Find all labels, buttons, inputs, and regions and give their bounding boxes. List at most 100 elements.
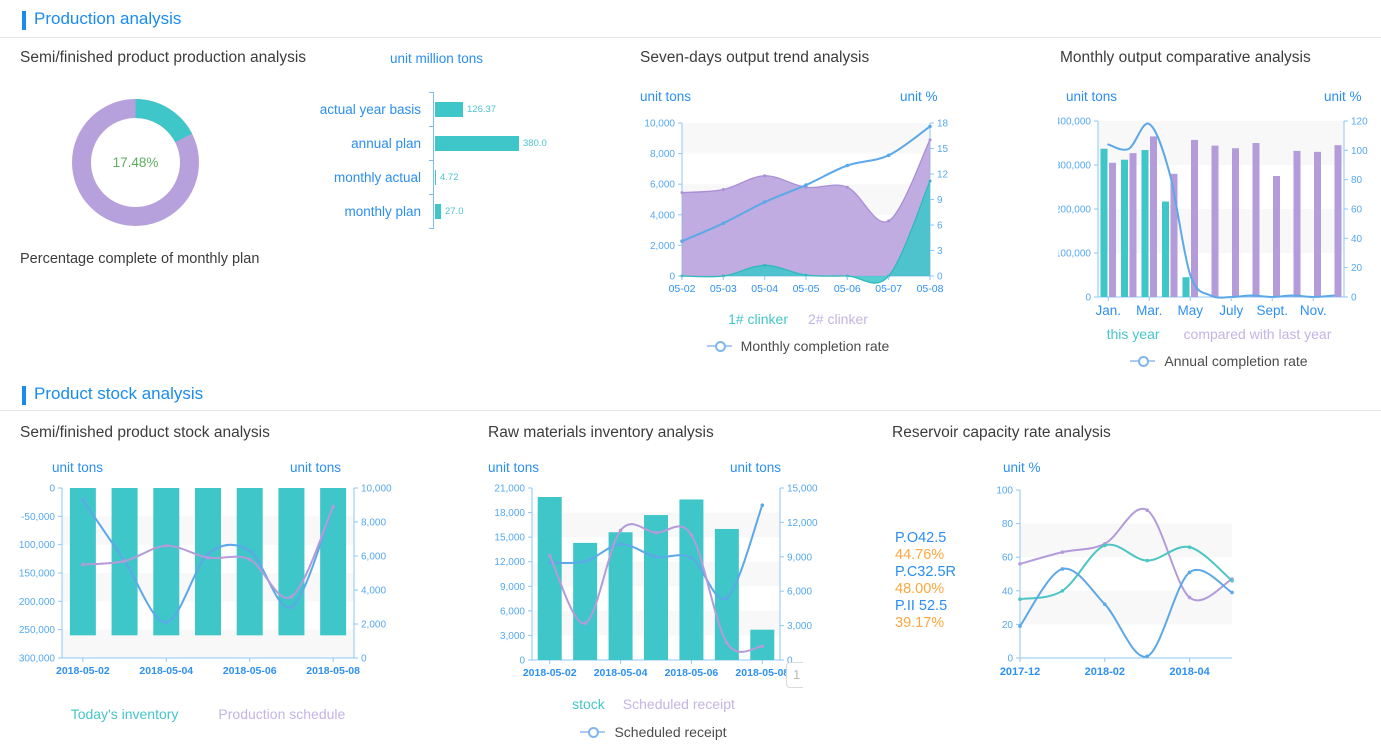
monthly-output-chart[interactable]: 400,000300,000200,000100,000012010080604…: [1058, 113, 1380, 333]
svg-text:100: 100: [1351, 146, 1368, 157]
unit-label-left: unit tons: [1066, 89, 1117, 104]
legend-item-stock[interactable]: stock: [572, 696, 605, 712]
hbar-value-label: 4.72: [440, 170, 459, 185]
svg-text:3,000: 3,000: [500, 631, 525, 642]
seven-days-legend: 1# clinker 2# clinker: [638, 311, 958, 327]
hbar-bar[interactable]: [435, 102, 463, 117]
svg-text:8,000: 8,000: [361, 518, 386, 529]
line-legend-icon: [707, 345, 732, 347]
svg-text:80: 80: [1002, 519, 1014, 530]
svg-text:05-02: 05-02: [669, 283, 696, 295]
svg-text:12,000: 12,000: [787, 518, 818, 529]
svg-text:15: 15: [937, 144, 949, 155]
svg-text:6: 6: [937, 221, 943, 232]
chart-title-monthly-output: Monthly output comparative analysis: [1060, 49, 1311, 67]
svg-text:May: May: [1177, 303, 1203, 318]
side-label-pii525: P.II 52.5: [895, 598, 956, 615]
svg-text:0: 0: [1007, 654, 1013, 665]
svg-text:18: 18: [937, 119, 949, 130]
svg-text:6,000: 6,000: [650, 180, 675, 191]
svg-text:3: 3: [937, 246, 943, 257]
production-plan-bar-chart[interactable]: actual year basis126.37annual plan380.0m…: [302, 86, 592, 241]
unit-label-percent: unit %: [1003, 460, 1041, 475]
svg-text:15,000: 15,000: [787, 484, 818, 495]
monthly-line-legend: Annual completion rate: [1058, 353, 1380, 369]
svg-text:-200,000: -200,000: [18, 597, 55, 608]
svg-text:300,000: 300,000: [1058, 161, 1091, 172]
side-value-pc325r: 48.00%: [895, 581, 956, 598]
hbar-category-label: actual year basis: [302, 102, 421, 117]
data-zoom-handle[interactable]: 1: [786, 662, 813, 688]
legend-item-this-year[interactable]: this year: [1107, 326, 1160, 342]
svg-text:05-05: 05-05: [793, 283, 820, 295]
raw-line-legend: Scheduled receipt: [486, 724, 821, 740]
svg-text:-50,000: -50,000: [21, 512, 55, 523]
line-legend-icon: [580, 731, 605, 733]
hbar-category-label: monthly actual: [302, 170, 421, 185]
unit-label-right: unit tons: [730, 460, 781, 475]
raw-materials-chart[interactable]: 21,00018,00015,00012,0009,0006,0003,0000…: [486, 478, 821, 713]
legend-item-annual-completion-rate[interactable]: Annual completion rate: [1164, 353, 1307, 369]
hbar-bar[interactable]: [435, 170, 436, 185]
svg-text:9: 9: [937, 195, 943, 206]
svg-text:2,000: 2,000: [361, 620, 386, 631]
svg-text:8,000: 8,000: [650, 149, 675, 160]
section-divider: [0, 37, 1381, 38]
completion-donut-chart[interactable]: 17.48%: [63, 90, 208, 240]
svg-text:10,000: 10,000: [361, 484, 392, 495]
svg-text:Sept.: Sept.: [1256, 303, 1288, 318]
svg-text:-250,000: -250,000: [18, 625, 55, 636]
seven-days-chart[interactable]: 10,0008,0006,0004,0002,0000181512963005-…: [638, 113, 958, 313]
svg-text:2018-05-06: 2018-05-06: [665, 667, 719, 679]
seven-days-line-legend: Monthly completion rate: [638, 338, 958, 354]
svg-text:July: July: [1219, 303, 1243, 318]
legend-item-production-schedule[interactable]: Production schedule: [218, 706, 345, 722]
legend-item-1-clinker[interactable]: 1# clinker: [728, 311, 788, 327]
svg-text:12: 12: [937, 170, 949, 181]
legend-item-2-clinker[interactable]: 2# clinker: [808, 311, 868, 327]
svg-text:Mar.: Mar.: [1136, 303, 1162, 318]
svg-text:200,000: 200,000: [1058, 205, 1091, 216]
svg-text:21,000: 21,000: [494, 484, 525, 495]
svg-text:60: 60: [1351, 205, 1363, 216]
svg-text:0: 0: [49, 484, 55, 495]
side-value-po425: 44.76%: [895, 547, 956, 564]
legend-item-compared-last-year[interactable]: compared with last year: [1184, 326, 1332, 342]
legend-item-monthly-completion-rate[interactable]: Monthly completion rate: [741, 338, 890, 354]
side-label-pc325r: P.C32.5R: [895, 564, 956, 581]
svg-text:10,000: 10,000: [644, 119, 675, 130]
svg-text:17.48%: 17.48%: [113, 155, 159, 170]
svg-text:2,000: 2,000: [650, 241, 675, 252]
svg-text:0: 0: [1351, 293, 1357, 304]
svg-text:20: 20: [1002, 620, 1014, 631]
svg-text:400,000: 400,000: [1058, 117, 1091, 128]
svg-text:20: 20: [1351, 263, 1363, 274]
svg-text:0: 0: [937, 272, 943, 283]
hbar-category-label: monthly plan: [302, 204, 421, 219]
chart-title-seven-days: Seven-days output trend analysis: [640, 49, 869, 67]
unit-label-right: unit %: [1324, 89, 1362, 104]
hbar-value-label: 380.0: [523, 136, 547, 151]
svg-text:4,000: 4,000: [361, 586, 386, 597]
hbar-bar[interactable]: [435, 136, 519, 151]
legend-item-todays-inventory[interactable]: Today's inventory: [71, 706, 179, 722]
legend-item-scheduled-receipt-line[interactable]: Scheduled receipt: [614, 724, 726, 740]
svg-text:2018-05-04: 2018-05-04: [139, 665, 193, 677]
svg-text:-150,000: -150,000: [18, 569, 55, 580]
chart-title-stock: Semi/finished product stock analysis: [20, 424, 270, 442]
svg-text:60: 60: [1002, 553, 1014, 564]
reservoir-side-labels: P.O42.5 44.76% P.C32.5R 48.00% P.II 52.5…: [895, 530, 956, 632]
legend-item-scheduled-receipt[interactable]: Scheduled receipt: [623, 696, 735, 712]
hbar-bar[interactable]: [435, 204, 441, 219]
svg-text:3,000: 3,000: [787, 621, 812, 632]
section-accent-bar: [22, 11, 26, 30]
stock-chart[interactable]: 0 -50,000 -100,000 -150,000 -200,000 -250,000…: [18, 478, 413, 698]
svg-text:0: 0: [1085, 293, 1091, 304]
section-accent-bar: [22, 386, 26, 405]
svg-text:2018-05-02: 2018-05-02: [523, 667, 577, 679]
svg-text:-100,000: -100,000: [18, 540, 55, 551]
reservoir-chart[interactable]: 1008060402002017-122018-022018-04: [990, 478, 1275, 713]
svg-text:Jan.: Jan.: [1095, 303, 1121, 318]
unit-label-left: unit tons: [488, 460, 539, 475]
svg-text:-300,000: -300,000: [18, 654, 55, 665]
